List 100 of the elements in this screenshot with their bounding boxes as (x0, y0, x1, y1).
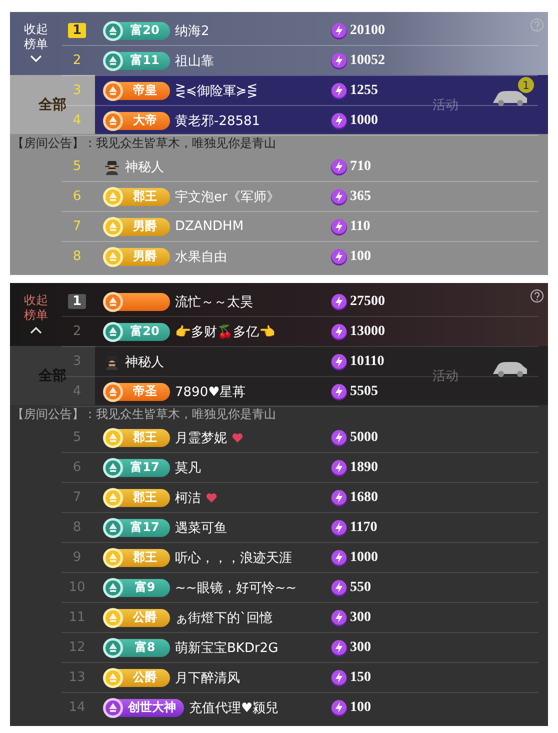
score-value: 150 (350, 670, 371, 686)
rank-badge: 富11 (104, 52, 170, 70)
score-value: 1000 (350, 112, 378, 128)
lightning-coin-icon (330, 548, 348, 566)
user-name: 水果自由 (175, 248, 227, 266)
rank-number: 8 (72, 520, 82, 535)
rank-number: 1 (68, 294, 86, 309)
rank-number: 6 (72, 189, 82, 204)
score-value: 550 (350, 580, 371, 596)
rank-number: 2 (72, 324, 82, 339)
user-name: 柯洁 (175, 490, 201, 506)
user-name: 月霊梦妮 (175, 430, 227, 446)
user-name: 萌新宝宝BKDr2G (175, 640, 278, 656)
rank-badge: 男爵 (104, 218, 170, 236)
user-name: 黄老邪-28581 (175, 112, 260, 130)
rank-number: 14 (68, 700, 86, 715)
notification-badge: 1 (518, 77, 534, 93)
score-value: 710 (350, 158, 371, 174)
rank-badge: 郡王 (104, 428, 170, 446)
score-value: 300 (350, 610, 371, 626)
score-value: 5000 (350, 430, 378, 446)
lightning-coin-icon (330, 248, 348, 266)
lightning-coin-icon (330, 458, 348, 476)
rank-badge: 富8 (104, 638, 170, 656)
score-value: 13000 (350, 324, 385, 340)
rank-badge: 富20 (104, 322, 170, 340)
chevron-down-icon[interactable] (30, 55, 42, 63)
rank-badge: 富17 (104, 458, 170, 476)
lightning-coin-icon (330, 352, 348, 370)
rank-badge: 富9 (104, 578, 170, 596)
rank-badge: 富20 (104, 22, 170, 40)
lightning-coin-icon (330, 322, 348, 340)
user-name: 听心，，，浪迹天涯 (175, 550, 292, 566)
rank-badge: 郡王 (104, 188, 170, 206)
rank-badge: 创世大神 (104, 698, 184, 716)
score-value: 10110 (350, 354, 384, 370)
user-name: 神秘人 (125, 158, 164, 176)
lightning-coin-icon (330, 158, 348, 176)
rank-number: 5 (72, 159, 82, 174)
user-name: 神秘人 (125, 354, 164, 370)
user-name: 宇文泡er《军师》 (175, 188, 280, 206)
rank-number: 5 (72, 430, 82, 445)
rank-badge: 公爵 (104, 668, 170, 686)
score-value: 365 (350, 188, 371, 204)
rank-number: 9 (72, 550, 82, 565)
score-value: 100 (350, 248, 371, 264)
score-value: 110 (350, 218, 370, 234)
lightning-coin-icon (330, 188, 348, 206)
rank-number: 11 (68, 610, 86, 625)
user-name: DZANDHM (175, 219, 244, 234)
rank-number: 3 (72, 83, 82, 98)
rank-badge: 男爵 (104, 248, 170, 266)
chevron-up-icon[interactable] (30, 326, 42, 334)
rank-badge: 大帝 (104, 112, 170, 130)
user-name: 充值代理♥颍兒 (189, 700, 279, 716)
score-value: 1680 (350, 490, 378, 506)
rank-number: 12 (68, 640, 86, 655)
rank-number: 7 (72, 219, 82, 234)
lightning-coin-icon (330, 82, 348, 100)
score-value: 27500 (350, 294, 385, 310)
user-name: 月下醉清风 (175, 670, 240, 686)
rank-badge: 帝圣 (104, 382, 170, 400)
rank-badge: 郡王 (104, 488, 170, 506)
user-name: ~~眼镜，好可怜~~ (175, 580, 297, 596)
score-value: 1890 (350, 460, 378, 476)
user-name: ⋛≼御险軍≽⋚ (175, 82, 258, 100)
lightning-coin-icon (330, 608, 348, 626)
score-value: 1255 (350, 82, 378, 98)
rank-badge: 帝皇 (104, 82, 170, 100)
score-value: 5505 (350, 384, 378, 400)
user-name: 遇菜可鱼 (175, 520, 227, 536)
collapse-ranking-button[interactable]: 收起榜单 (23, 293, 49, 323)
rank-number: 2 (72, 53, 82, 68)
lightning-coin-icon (330, 638, 348, 656)
user-name: 纳海2 (175, 22, 210, 40)
lightning-coin-icon (330, 488, 348, 506)
user-name: 祖山靠 (175, 52, 214, 70)
user-name: 👉多财🍒多亿👈 (175, 324, 275, 340)
lightning-coin-icon (330, 292, 348, 310)
announcement-text: 【房间公告】：我见众生皆草木，唯独见你是青山 (12, 407, 276, 422)
incognito-icon (104, 158, 120, 174)
score-value: 100 (350, 700, 371, 716)
lightning-coin-icon (330, 578, 348, 596)
lightning-coin-icon (330, 22, 348, 40)
score-value: 300 (350, 640, 371, 656)
announcement-text: 【房间公告】：我见众生皆草木，唯独见你是青山 (12, 136, 276, 151)
tab[interactable]: 活动 (403, 346, 488, 405)
help-icon[interactable] (530, 289, 544, 303)
rank-badge: 郡王 (104, 548, 170, 566)
rank-number: 1 (68, 23, 86, 38)
lightning-coin-icon (330, 668, 348, 686)
rank-badge: 公爵 (104, 608, 170, 626)
lightning-coin-icon (330, 112, 348, 130)
incognito-icon (104, 354, 120, 370)
lightning-coin-icon (330, 52, 348, 70)
lightning-coin-icon (330, 518, 348, 536)
lightning-coin-icon (330, 698, 348, 716)
user-name: ぁ街燈下的`回憶 (175, 610, 272, 626)
collapse-ranking-button[interactable]: 收起榜单 (23, 22, 49, 52)
tab[interactable]: 活动 (403, 75, 488, 134)
